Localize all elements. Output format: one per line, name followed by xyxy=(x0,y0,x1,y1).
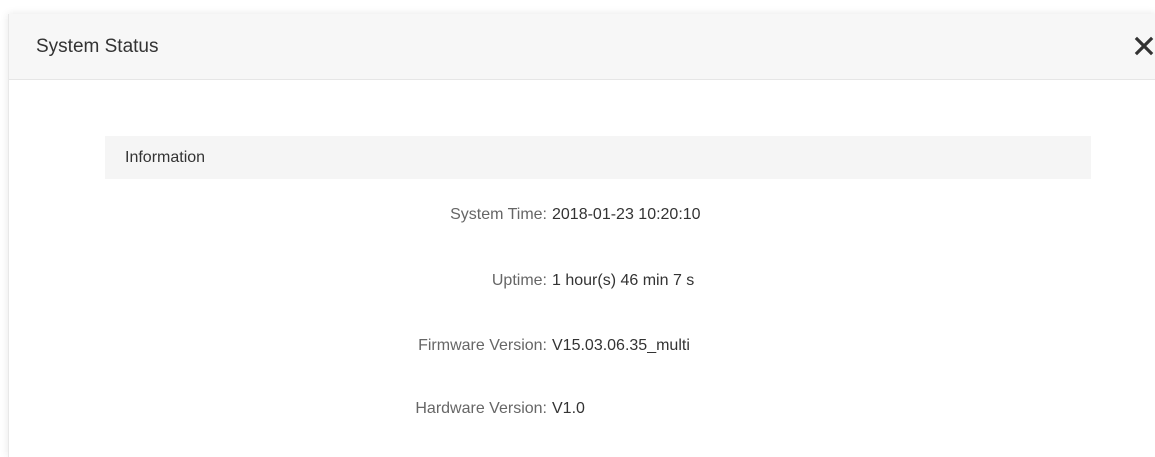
dialog-title: System Status xyxy=(36,36,159,57)
section-title: Information xyxy=(125,149,206,166)
firmware-version-value: V15.03.06.35_multi xyxy=(552,337,690,354)
system-status-dialog: System Status Information System Time: 2… xyxy=(8,14,1155,457)
info-row-system-time: System Time: 2018-01-23 10:20:10 xyxy=(9,204,1109,226)
system-time-value: 2018-01-23 10:20:10 xyxy=(552,206,701,223)
uptime-value: 1 hour(s) 46 min 7 s xyxy=(552,272,695,289)
info-row-hardware-version: Hardware Version: V1.0 xyxy=(9,398,1109,420)
uptime-label: Uptime: xyxy=(491,272,547,289)
info-row-uptime: Uptime: 1 hour(s) 46 min 7 s xyxy=(9,270,1109,292)
firmware-version-label: Firmware Version: xyxy=(418,337,547,354)
close-icon[interactable] xyxy=(1132,34,1155,58)
information-section-header: Information xyxy=(105,136,1091,179)
dialog-header: System Status xyxy=(9,14,1155,80)
hardware-version-label: Hardware Version: xyxy=(415,400,547,417)
info-row-firmware-version: Firmware Version: V15.03.06.35_multi xyxy=(9,335,1109,357)
hardware-version-value: V1.0 xyxy=(552,400,585,417)
system-time-label: System Time: xyxy=(450,206,547,223)
